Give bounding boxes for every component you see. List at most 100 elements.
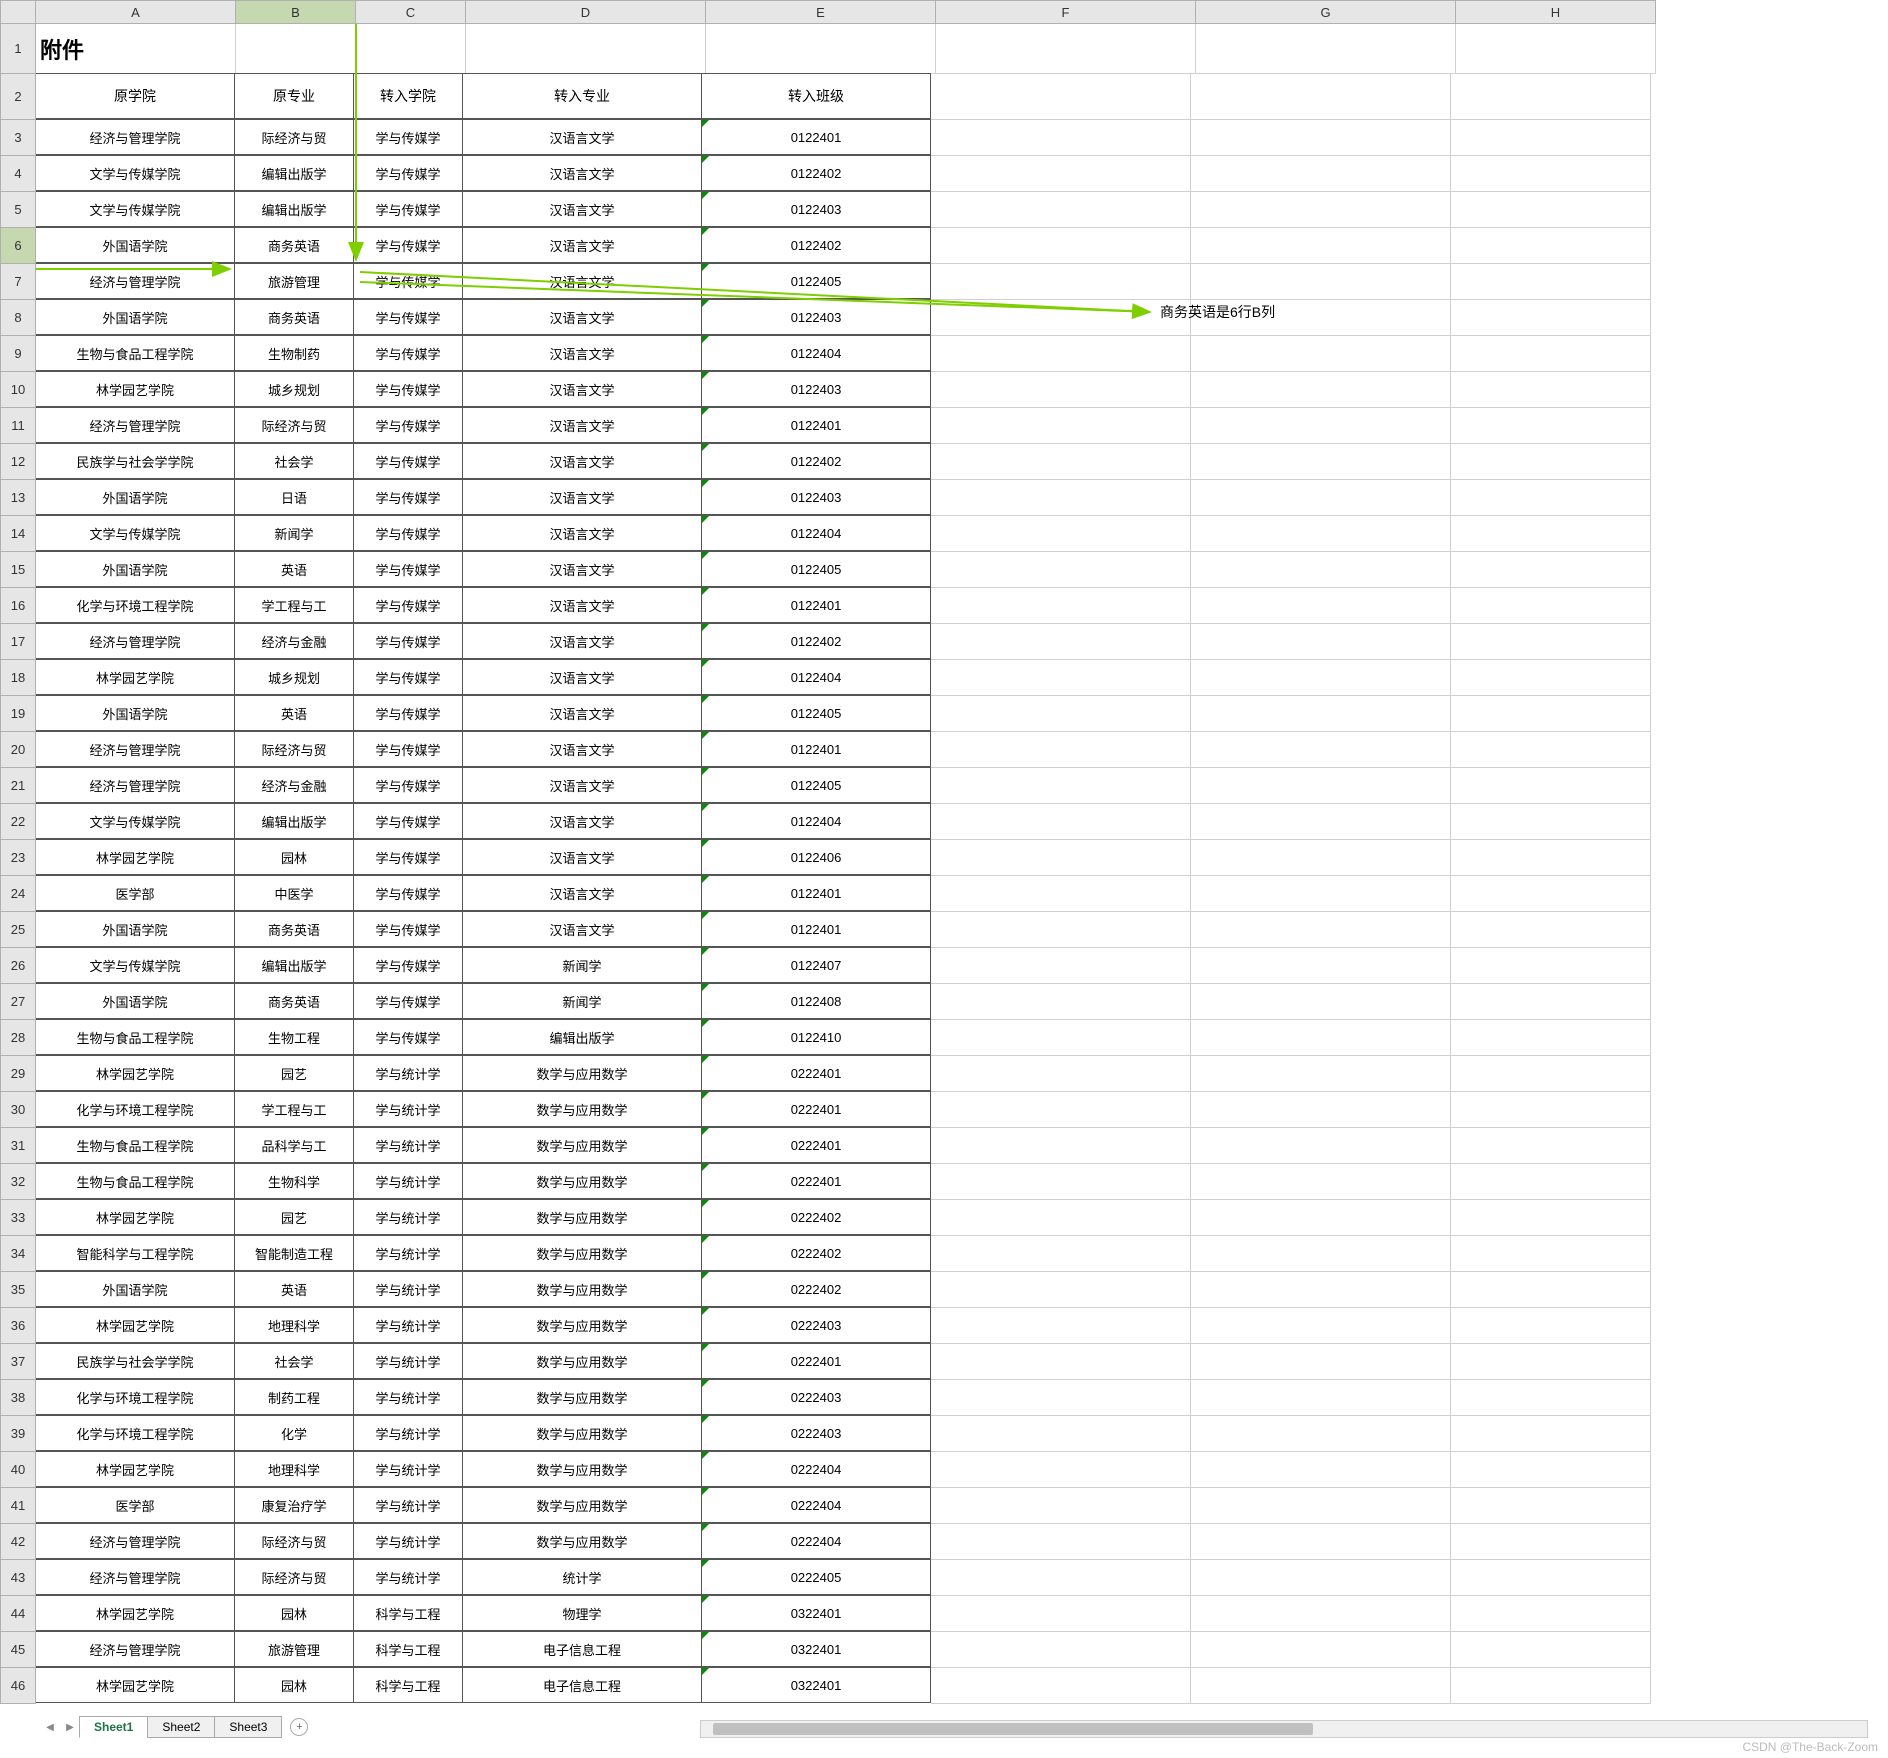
row-header-22[interactable]: 22: [0, 804, 36, 840]
cell-F38[interactable]: [931, 1380, 1191, 1416]
cell-G4[interactable]: [1191, 156, 1451, 192]
cell-B36[interactable]: 地理科学: [234, 1307, 354, 1343]
cell-A27[interactable]: 外国语学院: [35, 983, 235, 1019]
select-all-corner[interactable]: [0, 0, 36, 24]
cell-H23[interactable]: [1451, 840, 1651, 876]
cell-H21[interactable]: [1451, 768, 1651, 804]
cell-E28[interactable]: 0122410: [701, 1019, 931, 1055]
cell-C13[interactable]: 学与传媒学: [353, 479, 463, 515]
cell-E14[interactable]: 0122404: [701, 515, 931, 551]
cell-H25[interactable]: [1451, 912, 1651, 948]
cell-A11[interactable]: 经济与管理学院: [35, 407, 235, 443]
cell-A13[interactable]: 外国语学院: [35, 479, 235, 515]
cell-G43[interactable]: [1191, 1560, 1451, 1596]
cell-G27[interactable]: [1191, 984, 1451, 1020]
cell-F9[interactable]: [931, 336, 1191, 372]
cell-C35[interactable]: 学与统计学: [353, 1271, 463, 1307]
cell-E15[interactable]: 0122405: [701, 551, 931, 587]
cell-D40[interactable]: 数学与应用数学: [462, 1451, 702, 1487]
cell-G35[interactable]: [1191, 1272, 1451, 1308]
cell-D23[interactable]: 汉语言文学: [462, 839, 702, 875]
cell-D3[interactable]: 汉语言文学: [462, 119, 702, 155]
row-header-7[interactable]: 7: [0, 264, 36, 300]
row-header-12[interactable]: 12: [0, 444, 36, 480]
cell-G44[interactable]: [1191, 1596, 1451, 1632]
cell-D29[interactable]: 数学与应用数学: [462, 1055, 702, 1091]
cell-E24[interactable]: 0122401: [701, 875, 931, 911]
cell-E3[interactable]: 0122401: [701, 119, 931, 155]
cell-B43[interactable]: 际经济与贸: [234, 1559, 354, 1595]
cell-A35[interactable]: 外国语学院: [35, 1271, 235, 1307]
cell-D33[interactable]: 数学与应用数学: [462, 1199, 702, 1235]
cell-C8[interactable]: 学与传媒学: [353, 299, 463, 335]
cell-H41[interactable]: [1451, 1488, 1651, 1524]
cell-E9[interactable]: 0122404: [701, 335, 931, 371]
cell-F16[interactable]: [931, 588, 1191, 624]
cell-D7[interactable]: 汉语言文学: [462, 263, 702, 299]
cell-A41[interactable]: 医学部: [35, 1487, 235, 1523]
cell-D43[interactable]: 统计学: [462, 1559, 702, 1595]
cell-D21[interactable]: 汉语言文学: [462, 767, 702, 803]
cell-B32[interactable]: 生物科学: [234, 1163, 354, 1199]
cell-B45[interactable]: 旅游管理: [234, 1631, 354, 1667]
cell-G46[interactable]: [1191, 1668, 1451, 1704]
cell-D18[interactable]: 汉语言文学: [462, 659, 702, 695]
cell-E35[interactable]: 0222402: [701, 1271, 931, 1307]
cell-G9[interactable]: [1191, 336, 1451, 372]
cell-C20[interactable]: 学与传媒学: [353, 731, 463, 767]
cell-C17[interactable]: 学与传媒学: [353, 623, 463, 659]
cell-A1[interactable]: 附件: [36, 24, 236, 74]
row-header-37[interactable]: 37: [0, 1344, 36, 1380]
cell-G15[interactable]: [1191, 552, 1451, 588]
cell-D35[interactable]: 数学与应用数学: [462, 1271, 702, 1307]
column-header-G[interactable]: G: [1196, 0, 1456, 24]
cell-F21[interactable]: [931, 768, 1191, 804]
cell-H22[interactable]: [1451, 804, 1651, 840]
cell-D30[interactable]: 数学与应用数学: [462, 1091, 702, 1127]
cell-F10[interactable]: [931, 372, 1191, 408]
cell-C3[interactable]: 学与传媒学: [353, 119, 463, 155]
cell-A44[interactable]: 林学园艺学院: [35, 1595, 235, 1631]
cell-E12[interactable]: 0122402: [701, 443, 931, 479]
cell-B19[interactable]: 英语: [234, 695, 354, 731]
cell-G1[interactable]: [1196, 24, 1456, 74]
cell-C42[interactable]: 学与统计学: [353, 1523, 463, 1559]
cell-H34[interactable]: [1451, 1236, 1651, 1272]
cell-B2[interactable]: 原专业: [234, 73, 354, 119]
cell-B3[interactable]: 际经济与贸: [234, 119, 354, 155]
cell-D15[interactable]: 汉语言文学: [462, 551, 702, 587]
cell-A3[interactable]: 经济与管理学院: [35, 119, 235, 155]
cell-A14[interactable]: 文学与传媒学院: [35, 515, 235, 551]
cell-A37[interactable]: 民族学与社会学学院: [35, 1343, 235, 1379]
cell-H1[interactable]: [1456, 24, 1656, 74]
cell-C30[interactable]: 学与统计学: [353, 1091, 463, 1127]
cell-B5[interactable]: 编辑出版学: [234, 191, 354, 227]
cell-B15[interactable]: 英语: [234, 551, 354, 587]
cell-G23[interactable]: [1191, 840, 1451, 876]
cell-B14[interactable]: 新闻学: [234, 515, 354, 551]
cell-D16[interactable]: 汉语言文学: [462, 587, 702, 623]
cell-E31[interactable]: 0222401: [701, 1127, 931, 1163]
cell-C28[interactable]: 学与传媒学: [353, 1019, 463, 1055]
cell-H27[interactable]: [1451, 984, 1651, 1020]
tab-nav-prev-icon[interactable]: ◀: [40, 1716, 60, 1738]
row-header-17[interactable]: 17: [0, 624, 36, 660]
add-sheet-button[interactable]: +: [290, 1718, 308, 1736]
tab-nav-next-icon[interactable]: ▶: [60, 1716, 80, 1738]
cell-D42[interactable]: 数学与应用数学: [462, 1523, 702, 1559]
cell-F2[interactable]: [931, 74, 1191, 120]
cell-A40[interactable]: 林学园艺学院: [35, 1451, 235, 1487]
cell-A18[interactable]: 林学园艺学院: [35, 659, 235, 695]
cell-E39[interactable]: 0222403: [701, 1415, 931, 1451]
cell-E17[interactable]: 0122402: [701, 623, 931, 659]
cell-C41[interactable]: 学与统计学: [353, 1487, 463, 1523]
cell-A30[interactable]: 化学与环境工程学院: [35, 1091, 235, 1127]
cell-F13[interactable]: [931, 480, 1191, 516]
cell-F22[interactable]: [931, 804, 1191, 840]
row-header-18[interactable]: 18: [0, 660, 36, 696]
cell-H45[interactable]: [1451, 1632, 1651, 1668]
cell-F43[interactable]: [931, 1560, 1191, 1596]
cell-A34[interactable]: 智能科学与工程学院: [35, 1235, 235, 1271]
cell-E34[interactable]: 0222402: [701, 1235, 931, 1271]
cell-C15[interactable]: 学与传媒学: [353, 551, 463, 587]
